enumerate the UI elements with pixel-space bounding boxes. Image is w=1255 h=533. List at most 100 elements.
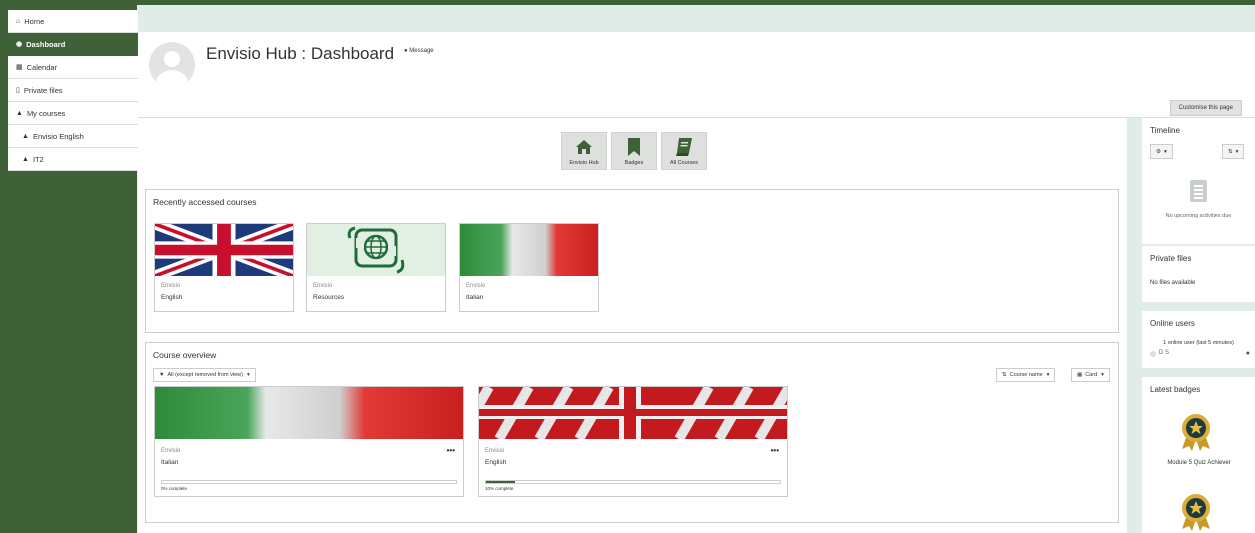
empty-list-icon — [1190, 180, 1207, 202]
online-users-block: Online users 1 online user (last 5 minut… — [1142, 311, 1255, 368]
page-header: Envisio Hub : Dashboard ● Message Custom… — [138, 32, 1255, 118]
nav-private-files-label: Private files — [23, 85, 63, 95]
course-card-resources[interactable]: Envisio Resources — [306, 223, 446, 312]
course-category: Envisio — [466, 283, 486, 289]
course-card-english[interactable]: Envisio English — [154, 223, 294, 312]
nav-item-calendar[interactable]: ▦ Calendar — [8, 56, 138, 79]
quick-link-envisio-hub[interactable]: Envisio Hub — [561, 132, 607, 170]
badge-icon[interactable] — [1179, 413, 1213, 451]
chevron-down-icon: ▾ — [1163, 148, 1167, 155]
chevron-down-icon: ▾ — [246, 372, 250, 378]
timeline-sort-button[interactable]: ⇅ ▾ — [1222, 144, 1245, 159]
eye-icon[interactable]: ● — [1246, 350, 1250, 357]
top-bar — [0, 0, 1255, 5]
filter-icon: ▼ — [159, 372, 165, 378]
nav-drawer: ⌂ Home ◉ Dashboard ▦ Calendar ▯ Private … — [8, 10, 138, 171]
more-options-icon[interactable]: ••• — [447, 446, 455, 455]
timeline-title: Timeline — [1150, 126, 1180, 135]
italy-flag-image — [460, 224, 598, 276]
online-users-summary: 1 online user (last 5 minutes) — [1163, 340, 1234, 346]
graduation-cap-icon: ▲ — [22, 155, 29, 163]
timeline-empty-text: No upcoming activities due — [1165, 213, 1232, 219]
quick-link-label: Envisio Hub — [569, 160, 599, 166]
england-flag-image — [479, 387, 787, 439]
overview-card-italian[interactable]: Envisio Italian ••• 0% complete — [154, 386, 464, 497]
quick-link-badges[interactable]: Badges — [611, 132, 657, 170]
nav-it2-label: IT2 — [32, 154, 44, 164]
timeline-filter-button[interactable]: ⚙ ▾ — [1150, 144, 1173, 159]
nav-item-it2[interactable]: ▲ IT2 — [8, 148, 138, 171]
nav-home-label: Home — [24, 16, 45, 26]
quick-link-all-courses[interactable]: All Courses — [661, 132, 707, 170]
badge-name[interactable]: Module 5 Quiz Achiever — [1164, 459, 1234, 468]
avatar-body — [156, 70, 188, 88]
course-name: English — [485, 459, 507, 466]
customise-page-button[interactable]: Customise this page — [1169, 100, 1242, 116]
badge-icon[interactable] — [1179, 493, 1213, 531]
nav-item-envisio-english[interactable]: ▲ Envisio English — [8, 125, 138, 148]
italy-flag-image — [155, 387, 463, 439]
nav-item-private-files[interactable]: ▯ Private files — [8, 79, 138, 102]
sort-dropdown[interactable]: ⇅ Course name ▾ — [996, 368, 1056, 382]
course-filter-dropdown[interactable]: ▼ All (except removed from view) ▾ — [153, 368, 256, 382]
progress-bar — [161, 480, 457, 484]
book-icon — [675, 138, 693, 156]
sort-label: Course name — [1009, 372, 1043, 378]
page-title: Envisio Hub : Dashboard — [206, 44, 395, 63]
message-label: Message — [409, 48, 434, 54]
view-label: Card — [1085, 372, 1098, 378]
private-files-empty-text: No files available — [1150, 280, 1196, 286]
course-category: Envisio — [161, 448, 181, 454]
online-user-name: D S — [1159, 350, 1170, 356]
uk-flag-image — [155, 224, 293, 276]
nav-item-dashboard[interactable]: ◉ Dashboard — [8, 33, 138, 56]
dashboard-icon: ◉ — [16, 41, 23, 48]
sort-icon: ⇅ — [1002, 372, 1007, 378]
filter-label: All (except removed from view) — [167, 372, 243, 378]
nav-dashboard-label: Dashboard — [26, 39, 66, 49]
nav-my-courses-label: My courses — [26, 108, 66, 118]
view-dropdown[interactable]: ▦ Card ▾ — [1071, 368, 1110, 382]
quick-link-label: Badges — [624, 160, 644, 166]
online-user-row[interactable]: D S ● — [1150, 350, 1250, 359]
file-icon: ▯ — [16, 87, 20, 94]
nav-calendar-label: Calendar — [26, 62, 58, 72]
chat-bubble-icon: ● — [404, 48, 408, 54]
latest-badges-block: Latest badges Module 5 Quiz Achiever — [1142, 377, 1255, 533]
more-options-icon[interactable]: ••• — [771, 446, 779, 455]
sidebar: ⌂ Home ◉ Dashboard ▦ Calendar ▯ Private … — [0, 0, 138, 533]
course-card-italian[interactable]: Envisio Italian — [459, 223, 599, 312]
course-name: Resources — [313, 294, 345, 301]
progress-bar — [485, 480, 781, 484]
gear-icon: ⚙ — [1156, 148, 1161, 155]
bookmark-icon — [625, 138, 643, 156]
chevron-down-icon: ▾ — [1101, 372, 1104, 378]
quick-links: Envisio Hub Badges All Courses — [561, 132, 707, 170]
recent-courses-block: Recently accessed courses Envisio Englis… — [145, 189, 1119, 333]
latest-badges-title: Latest badges — [1150, 385, 1201, 394]
recent-courses-title: Recently accessed courses — [153, 197, 257, 207]
chevron-down-icon: ▾ — [1046, 372, 1050, 378]
calendar-icon: ▦ — [16, 64, 23, 71]
progress-label: 0% complete — [161, 486, 188, 491]
avatar[interactable] — [149, 42, 195, 88]
user-avatar-icon — [1150, 351, 1156, 357]
timeline-block: Timeline ⚙ ▾ ⇅ ▾ No upcoming activities … — [1142, 118, 1255, 244]
overview-card-english[interactable]: Envisio English ••• 10% complete — [478, 386, 788, 497]
home-icon: ⌂ — [16, 17, 21, 25]
private-files-title: Private files — [1150, 254, 1192, 263]
sort-icon: ⇅ — [1228, 148, 1233, 155]
nav-item-my-courses[interactable]: ▲ My courses — [8, 102, 138, 125]
avatar-head — [164, 51, 180, 67]
course-category: Envisio — [313, 283, 333, 289]
course-overview-title: Course overview — [153, 350, 217, 360]
nav-item-home[interactable]: ⌂ Home — [8, 10, 138, 33]
course-name: Italian — [466, 294, 484, 301]
home-icon — [575, 138, 593, 156]
main-region: Envisio Hub Badges All Courses Recently … — [138, 118, 1127, 533]
private-files-block: Private files No files available — [1142, 246, 1255, 302]
graduation-cap-icon: ▲ — [22, 132, 29, 140]
message-link[interactable]: ● Message — [404, 48, 434, 54]
quick-link-label: All Courses — [669, 160, 699, 166]
course-name: Italian — [161, 459, 179, 466]
